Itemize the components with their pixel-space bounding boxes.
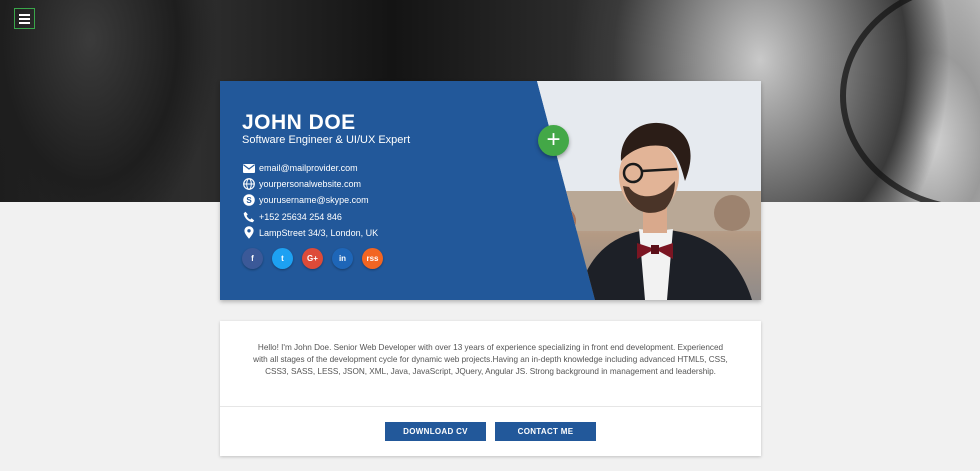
contact-skype-text: yourusername@skype.com	[259, 195, 369, 206]
hamburger-icon-bar	[19, 17, 30, 20]
hamburger-icon-bar	[19, 13, 30, 16]
divider	[220, 406, 761, 407]
about-card: Hello! I'm John Doe. Senior Web Develope…	[220, 321, 761, 456]
profile-name: JOHN DOE	[242, 111, 356, 134]
phone-icon	[242, 210, 255, 223]
profile-photo	[537, 81, 761, 300]
skype-icon: S	[242, 194, 255, 207]
bio-text: Hello! I'm John Doe. Senior Web Develope…	[253, 343, 728, 377]
portrait-illustration	[537, 81, 761, 300]
add-button[interactable]: +	[538, 125, 569, 156]
svg-text:S: S	[246, 196, 252, 205]
social-links: f t G+ in rss	[242, 248, 383, 269]
twitter-icon[interactable]: t	[272, 248, 293, 269]
contact-address[interactable]: LampStreet 34/3, London, UK	[242, 225, 378, 241]
email-icon	[242, 162, 255, 175]
menu-button[interactable]	[14, 8, 35, 29]
rss-icon[interactable]: rss	[362, 248, 383, 269]
contact-address-text: LampStreet 34/3, London, UK	[259, 227, 379, 238]
profile-title: Software Engineer & UI/UX Expert	[242, 134, 411, 146]
contact-phone-text: +152 25634 254 846	[259, 211, 342, 222]
contact-website[interactable]: yourpersonalwebsite.com	[242, 176, 378, 192]
download-cv-button[interactable]: DOWNLOAD CV	[385, 422, 486, 441]
contact-email-text: email@mailprovider.com	[259, 163, 358, 174]
contact-list: email@mailprovider.com yourpersonalwebsi…	[242, 160, 378, 241]
google-plus-icon[interactable]: G+	[302, 248, 323, 269]
contact-website-text: yourpersonalwebsite.com	[259, 179, 362, 190]
profile-card: JOHN DOE Software Engineer & UI/UX Exper…	[220, 81, 761, 300]
location-pin-icon	[242, 226, 255, 240]
globe-icon	[242, 178, 255, 191]
contact-me-button[interactable]: CONTACT ME	[495, 422, 596, 441]
hero-decor	[840, 0, 980, 202]
contact-email[interactable]: email@mailprovider.com	[242, 160, 378, 176]
hamburger-icon-bar	[19, 21, 30, 24]
contact-phone[interactable]: +152 25634 254 846	[242, 209, 378, 225]
facebook-icon[interactable]: f	[242, 248, 263, 269]
contact-skype[interactable]: S yourusername@skype.com	[242, 192, 378, 208]
linkedin-icon[interactable]: in	[332, 248, 353, 269]
